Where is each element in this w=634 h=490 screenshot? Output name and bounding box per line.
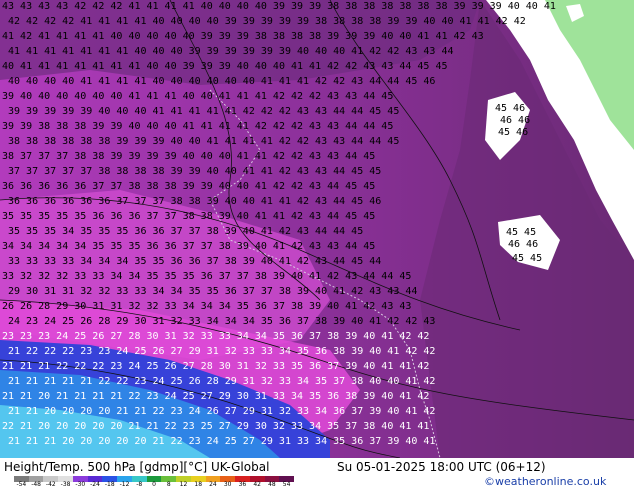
scale-tick-label: 18 [194, 481, 203, 488]
contour-label-row-28: 35 35 35 35 35 36 36 36 37 37 38 38 39 4… [2, 212, 376, 222]
land-label-island-north: 45 46 [495, 103, 526, 114]
scale-tick-label: -24 [90, 481, 100, 488]
scale-tick-label: 48 [268, 481, 276, 488]
footer: Height/Temp. 500 hPa [gdmp][°C] UK-Globa… [0, 458, 634, 490]
scale-tick-label: -12 [119, 481, 130, 488]
contour-label-row-17: 21 21 21 21 21 22 22 23 24 25 26 28 29 3… [8, 377, 436, 387]
contour-label-row-26: 34 34 34 34 34 35 35 35 36 36 37 37 38 3… [2, 242, 376, 252]
contour-label-row-22: 26 26 28 29 30 31 31 32 32 33 34 34 34 3… [2, 302, 412, 312]
land-label-island-south: 45 45 [506, 227, 537, 238]
color-scale: -54 -48 -42 -38 -30 -24 -18 -12 -8 0 8 12 18 24 30 36 42… [14, 476, 296, 488]
scale-tick-label: -18 [104, 481, 115, 488]
contour-label-row-13: 21 21 21 20 20 20 20 20 21 22 23 24 25 2… [8, 437, 436, 447]
scale-tick-label: 24 [209, 481, 217, 488]
contour-label-row-24: 33 32 32 32 33 33 34 34 35 35 35 36 37 3… [2, 272, 412, 282]
contour-label-row-37: 40 40 40 40 41 41 41 41 40 40 40 40 40 4… [8, 77, 436, 87]
scale-tick-label: -38 [60, 481, 71, 488]
contour-label-row-36: 39 40 40 40 40 40 40 41 41 41 40 40 41 4… [2, 92, 394, 102]
contour-label-row-40: 41 42 41 41 41 41 40 40 40 40 40 39 39 3… [2, 32, 484, 42]
contour-label-row-19: 21 22 22 22 23 23 24 25 26 27 29 31 32 3… [8, 347, 436, 357]
contour-label-row-15: 21 21 20 20 20 20 21 21 22 23 24 26 27 2… [8, 407, 436, 417]
land-label-island-north-2: 46 46 [500, 115, 531, 126]
contour-label-row-32: 38 37 37 37 38 38 39 39 39 39 40 40 40 4… [2, 152, 376, 162]
map-title: Height/Temp. 500 hPa [gdmp][°C] UK-Globa… [4, 460, 270, 474]
scale-tick-label: -42 [45, 481, 56, 488]
contour-label-row-41: 42 42 42 42 41 41 41 41 40 40 40 40 39 3… [8, 17, 526, 27]
scale-tick-label: -8 [136, 481, 143, 488]
scale-tick-label: 54 [282, 481, 291, 488]
contour-label-row-39: 41 41 41 41 41 41 41 40 40 40 39 39 39 3… [8, 47, 454, 57]
contour-label-row-23: 29 30 31 31 32 32 33 33 34 34 35 35 36 3… [8, 287, 418, 297]
contour-label-row-21: 24 23 24 25 26 28 29 30 31 32 33 34 34 3… [8, 317, 436, 327]
scale-tick-label: 30 [223, 481, 232, 488]
land-label-island-north-3: 45 46 [498, 127, 529, 138]
scale-tick-label: 42 [253, 481, 261, 488]
scale-tick-label: -30 [75, 481, 86, 488]
contour-label-row-14: 22 21 20 20 20 20 20 21 21 22 23 25 27 2… [2, 422, 430, 432]
contour-label-row-27: 35 35 35 34 35 35 35 36 36 37 37 38 39 4… [8, 227, 364, 237]
contour-label-row-18: 21 21 21 22 22 22 23 24 25 26 27 28 30 3… [2, 362, 430, 372]
land-label-island-south-2: 46 46 [508, 239, 539, 250]
contour-label-row-29: 36 36 36 36 36 36 37 37 37 38 38 39 40 4… [8, 197, 382, 207]
land-label-island-south-3: 45 45 [512, 253, 543, 264]
credit-link[interactable]: ©weatheronline.co.uk [484, 475, 606, 489]
weather-map: 43 43 43 43 42 42 42 41 41 41 41 40 40 4… [0, 0, 634, 458]
contour-label-row-34: 39 39 38 38 38 39 39 40 40 40 41 41 41 4… [2, 122, 394, 132]
contour-label-row-16: 21 21 20 21 21 21 21 22 23 24 25 27 29 3… [2, 392, 430, 402]
scale-tick-label: 0 [152, 481, 156, 488]
scale-tick-label: 8 [166, 481, 171, 488]
contour-label-row-31: 37 37 37 37 37 38 38 38 38 39 39 40 40 4… [8, 167, 382, 177]
scale-tick-label: -54 [16, 481, 27, 488]
contour-label-row-25: 33 33 33 33 34 34 34 35 35 36 36 37 38 3… [8, 257, 382, 267]
scale-tick-label: 36 [238, 481, 247, 488]
contour-label-row-35: 39 39 39 39 39 40 40 40 41 41 41 41 41 4… [8, 107, 400, 117]
contour-label-row-33: 38 38 38 38 38 38 39 39 39 40 40 41 41 4… [8, 137, 400, 147]
scale-tick-label: 12 [179, 481, 188, 488]
scale-tick-label: -48 [31, 481, 41, 488]
valid-time: Su 05-01-2025 18:00 UTC (06+12) [337, 460, 546, 474]
contour-label-row-20: 23 23 23 24 25 26 27 28 30 31 32 33 33 3… [2, 332, 430, 342]
contour-label-row-38: 40 41 41 41 41 41 41 41 40 40 39 39 39 4… [2, 62, 448, 72]
contour-label-row-42: 43 43 43 43 42 42 42 41 41 41 41 40 40 4… [2, 2, 556, 12]
contour-label-row-30: 36 36 36 36 36 37 37 38 38 38 39 39 40 4… [2, 182, 376, 192]
